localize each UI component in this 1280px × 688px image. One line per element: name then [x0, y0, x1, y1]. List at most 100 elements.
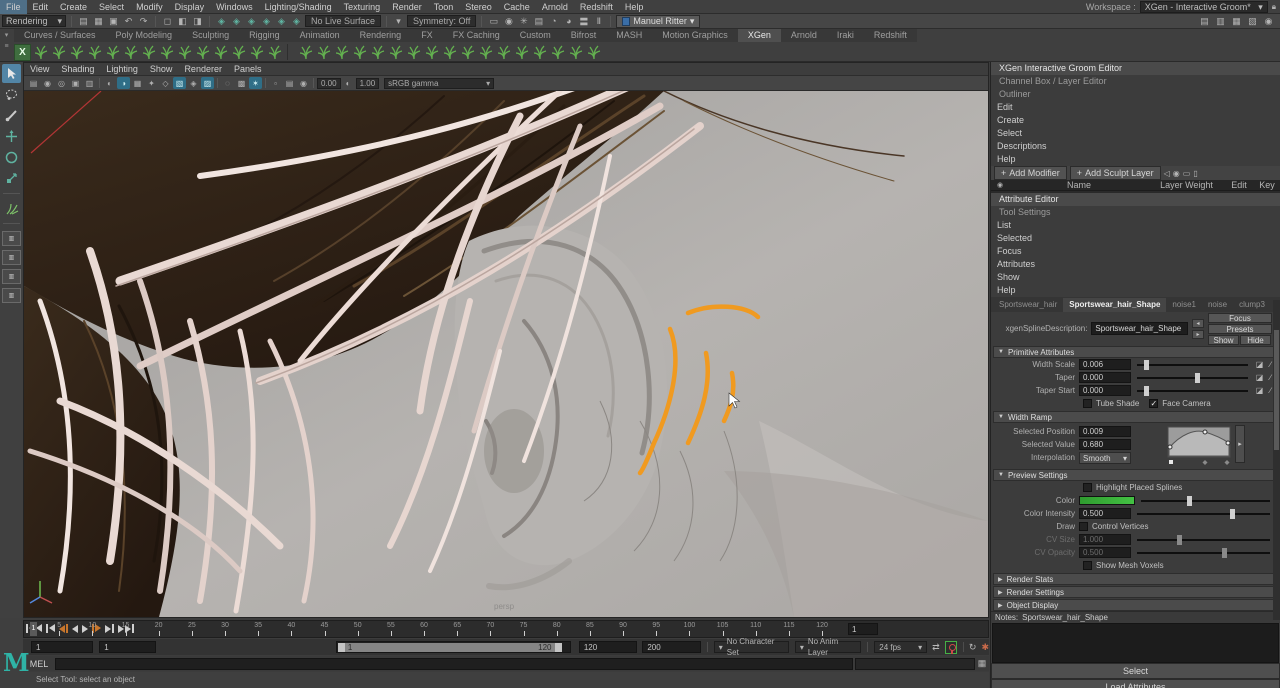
- persp-outliner-layout[interactable]: ▥: [2, 269, 21, 284]
- shelf-tab-bifrost[interactable]: Bifrost: [560, 29, 607, 42]
- hypershade-icon[interactable]: ◕: [562, 15, 575, 28]
- tab-tool-settings[interactable]: Tool Settings: [991, 206, 1280, 219]
- ae-menu-list[interactable]: List: [991, 219, 1280, 232]
- use-all-lights-icon[interactable]: ✦: [145, 77, 158, 89]
- section-width-ramp[interactable]: ▼ Width Ramp: [993, 411, 1278, 423]
- snap-point-icon[interactable]: ◈: [245, 15, 258, 28]
- lock-camera-icon[interactable]: ◉: [41, 77, 54, 89]
- xgen-shelf-icon[interactable]: [405, 44, 422, 61]
- make-live-icon[interactable]: ◈: [290, 15, 303, 28]
- groom-brush-tool[interactable]: [2, 199, 21, 218]
- tab-attribute-editor[interactable]: Attribute Editor: [991, 193, 1280, 206]
- taper-slider[interactable]: [1137, 372, 1248, 383]
- control-vertices-checkbox[interactable]: [1079, 522, 1088, 531]
- xgen-shelf-icon[interactable]: [50, 44, 67, 61]
- current-frame-field[interactable]: 1: [848, 623, 878, 635]
- textured-icon[interactable]: ▦: [131, 77, 144, 89]
- xgen-shelf-icon[interactable]: [104, 44, 121, 61]
- shadows-icon[interactable]: ◇: [159, 77, 172, 89]
- animation-preferences-icon[interactable]: ↻: [969, 642, 977, 653]
- camera-attributes-icon[interactable]: ◎: [55, 77, 68, 89]
- ramp-options-button[interactable]: ▸: [1235, 425, 1245, 463]
- workspace-hypershade-icon[interactable]: ◉: [1262, 15, 1275, 28]
- xgen-shelf-icon[interactable]: [513, 44, 530, 61]
- xgen-shelf-icon[interactable]: [423, 44, 440, 61]
- node-tab-sportswear-hair[interactable]: Sportswear_hair: [993, 298, 1063, 312]
- perspective-viewport[interactable]: View Shading Lighting Show Renderer Panels ▤ ◉…: [23, 62, 989, 618]
- workspace-outliner-icon[interactable]: ▤: [1198, 15, 1211, 28]
- highlight-placed-splines-checkbox[interactable]: [1083, 483, 1092, 492]
- symmetry-field[interactable]: Symmetry: Off: [407, 15, 477, 27]
- menu-modify[interactable]: Modify: [130, 0, 169, 14]
- texture-map-icon[interactable]: ◪: [1254, 386, 1265, 395]
- xray-icon[interactable]: ▩: [235, 77, 248, 89]
- xgen-shelf-icon[interactable]: [549, 44, 566, 61]
- xgen-shelf-icon[interactable]: [176, 44, 193, 61]
- face-camera-checkbox[interactable]: ✓: [1149, 399, 1159, 408]
- chevron-down-icon[interactable]: ▾: [392, 15, 405, 28]
- color-intensity-slider[interactable]: [1137, 508, 1270, 519]
- panel-menu-renderer[interactable]: Renderer: [178, 63, 228, 76]
- section-render-stats[interactable]: ▶ Render Stats: [993, 573, 1278, 585]
- xgen-shelf-icon[interactable]: [441, 44, 458, 61]
- panel-menu-lighting[interactable]: Lighting: [100, 63, 144, 76]
- panel-menu-panels[interactable]: Panels: [228, 63, 268, 76]
- menu-lighting-shading[interactable]: Lighting/Shading: [259, 0, 338, 14]
- shelf-tab-arnold[interactable]: Arnold: [780, 29, 827, 42]
- shelf-tab-curves-surfaces[interactable]: Curves / Surfaces: [14, 29, 106, 42]
- shelf-tab-iraki[interactable]: Iraki: [826, 29, 864, 42]
- section-preview-settings[interactable]: ▼ Preview Settings: [993, 469, 1278, 481]
- menu-cache[interactable]: Cache: [498, 0, 536, 14]
- wireframe-icon[interactable]: ◐: [103, 77, 116, 89]
- menu-select[interactable]: Select: [93, 0, 130, 14]
- node-tab-noise[interactable]: noise: [1202, 298, 1233, 312]
- node-tab-clump3[interactable]: clump3: [1233, 298, 1271, 312]
- ao-icon[interactable]: ▧: [173, 77, 186, 89]
- texture-map-icon[interactable]: ◪: [1254, 360, 1265, 369]
- snap-grid-icon[interactable]: ◈: [215, 15, 228, 28]
- lock-icon[interactable]: 🔒︎: [1272, 2, 1276, 12]
- bookmarks-icon[interactable]: ▣: [69, 77, 82, 89]
- animation-end-field[interactable]: 200: [642, 641, 701, 653]
- snap-projected-center-icon[interactable]: ◈: [260, 15, 273, 28]
- width-scale-field[interactable]: 0.006: [1079, 359, 1131, 370]
- hypershade-layout[interactable]: ▥: [2, 288, 21, 303]
- ae-menu-selected[interactable]: Selected: [991, 232, 1280, 245]
- taper-field[interactable]: 0.000: [1079, 372, 1131, 383]
- workspace-persp-icon[interactable]: ▥: [1214, 15, 1227, 28]
- smooth-shade-icon[interactable]: ◑: [117, 77, 130, 89]
- xgen-shelf-icon[interactable]: [194, 44, 211, 61]
- select-component-icon[interactable]: ◨: [191, 15, 204, 28]
- ae-menu-show[interactable]: Show: [991, 271, 1280, 284]
- xgen-shelf-icon[interactable]: [297, 44, 314, 61]
- node-tab-sportswear-hair-shape[interactable]: Sportswear_hair_Shape: [1063, 298, 1167, 312]
- prev-tab-icon[interactable]: ◂: [1192, 318, 1204, 328]
- width-ramp-widget[interactable]: [1167, 426, 1231, 466]
- xgen-shelf-icon[interactable]: [68, 44, 85, 61]
- live-surface-field[interactable]: No Live Surface: [305, 15, 382, 27]
- select-tool[interactable]: [2, 64, 21, 83]
- color-intensity-field[interactable]: 0.500: [1079, 508, 1131, 519]
- width-scale-slider[interactable]: [1137, 359, 1248, 370]
- xgen-shelf-icon[interactable]: [585, 44, 602, 61]
- grease-pencil-icon[interactable]: ▫: [269, 77, 282, 89]
- snap-view-plane-icon[interactable]: ◈: [275, 15, 288, 28]
- presets-button[interactable]: Presets: [1208, 323, 1272, 334]
- toggle-visibility-icon[interactable]: ◉: [1173, 169, 1180, 178]
- open-scene-icon[interactable]: ▦: [92, 15, 105, 28]
- menu-set-dropdown[interactable]: Rendering ▾: [2, 15, 66, 27]
- show-button[interactable]: Show: [1208, 334, 1239, 345]
- animation-start-field[interactable]: 1: [31, 641, 94, 653]
- workspace-split-icon[interactable]: ▦: [1230, 15, 1243, 28]
- scrollbar[interactable]: [1273, 300, 1280, 620]
- image-plane-icon[interactable]: ▥: [83, 77, 96, 89]
- xgen-shelf-icon[interactable]: [495, 44, 512, 61]
- four-pane-layout[interactable]: ▥: [2, 250, 21, 265]
- display-render-view-icon[interactable]: ◔: [547, 15, 560, 28]
- scale-tool[interactable]: [2, 169, 21, 188]
- xgen-shelf-icon[interactable]: [369, 44, 386, 61]
- range-slider[interactable]: 1 120: [335, 641, 571, 653]
- groom-menu-edit[interactable]: Edit: [991, 101, 1280, 114]
- delete-icon[interactable]: ▯: [1193, 169, 1197, 178]
- pause-viewport-icon[interactable]: Ⅱ: [592, 15, 605, 28]
